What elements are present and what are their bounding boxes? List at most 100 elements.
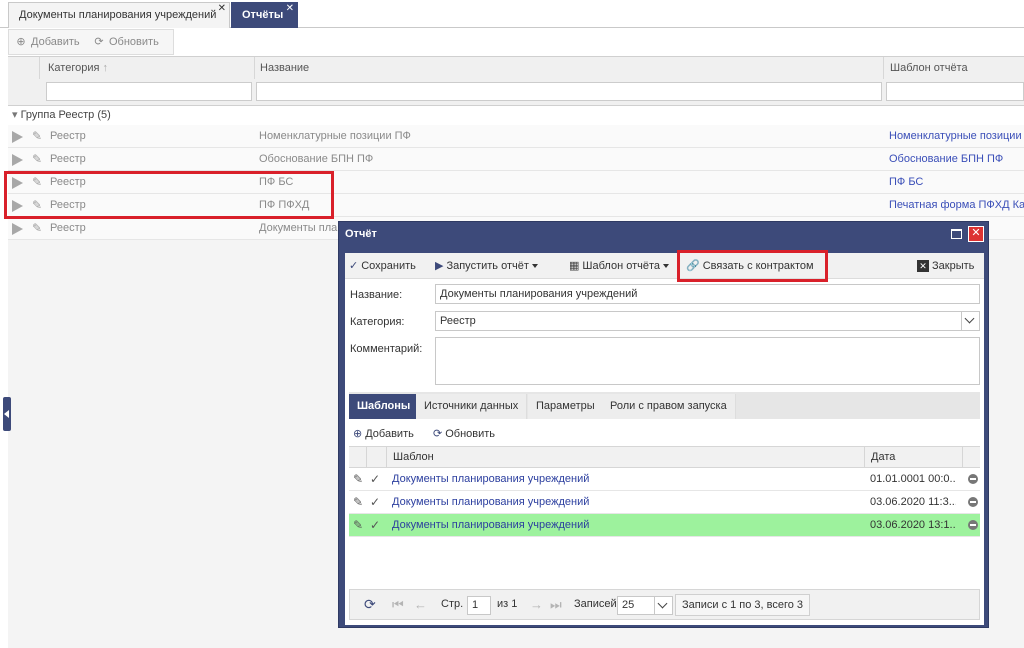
run-icon[interactable]	[12, 154, 23, 166]
chevron-down-icon	[531, 264, 538, 269]
highlight-box	[4, 171, 334, 219]
edit-icon[interactable]: ✎	[32, 125, 42, 147]
column-date[interactable]: Дата	[864, 447, 962, 467]
add-button[interactable]: ⊕ Добавить	[15, 30, 80, 54]
tab-label: Документы планирования учреждений	[19, 9, 217, 21]
last-page-icon[interactable]: ⏭	[550, 590, 562, 619]
pager: ⟳ ⏮ ← Стр. 1 из 1 → ⏭ Записей 25 Записи …	[349, 589, 980, 620]
templates-grid-header: Шаблон Дата	[349, 446, 980, 468]
dialog-title: Отчёт	[345, 228, 377, 240]
category-label: Категория:	[350, 316, 405, 328]
column-name[interactable]: Название	[254, 57, 884, 79]
dialog-body: ✓ Сохранить ▶ Запустить отчёт ▦ Шаблон отчё…	[345, 253, 984, 625]
template-filter-input[interactable]	[886, 82, 1024, 101]
run-label: Запустить отчёт	[446, 260, 529, 272]
row-name-link[interactable]: Документы планирования учреждений	[392, 514, 589, 536]
tab-roles[interactable]: Роли с правом запуска	[602, 394, 736, 419]
row-name: Документы пла	[259, 222, 338, 234]
remove-icon[interactable]	[968, 520, 978, 530]
name-field[interactable]: Документы планирования учреждений	[435, 284, 980, 304]
refresh-icon[interactable]: ⟳	[364, 590, 376, 619]
chevron-down-icon[interactable]	[961, 312, 979, 330]
column-category[interactable]: Категория ↑	[42, 57, 255, 79]
comment-field[interactable]	[435, 337, 980, 385]
page-input[interactable]: 1	[467, 596, 491, 615]
close-label: Закрыть	[932, 260, 975, 272]
row-name-link[interactable]: Документы планирования учреждений	[392, 468, 589, 490]
tab-reports[interactable]: Отчёты ✕	[231, 2, 298, 28]
records-value: 25	[622, 599, 635, 611]
add-label: Добавить	[31, 36, 80, 48]
remove-icon[interactable]	[968, 474, 978, 484]
save-button[interactable]: ✓ Сохранить	[349, 253, 416, 279]
close-box-icon: ✕	[917, 260, 929, 272]
header-spacer	[962, 447, 980, 467]
sort-asc-icon: ↑	[102, 62, 109, 74]
refresh-label: Обновить	[109, 36, 159, 48]
header-spacer	[366, 447, 386, 467]
templates-toolbar: ⊕ Добавить ⟳ Обновить	[349, 423, 980, 445]
save-label: Сохранить	[361, 260, 416, 272]
next-page-icon[interactable]: →	[530, 590, 543, 619]
category-filter-input[interactable]	[46, 82, 252, 101]
row-template-link[interactable]: Печатная форма ПФХД Ка	[889, 194, 1024, 216]
row-template-link[interactable]: Номенклатурные позиции	[889, 125, 1022, 147]
refresh-button[interactable]: ⟳ Обновить	[93, 30, 159, 54]
page-label: Стр.	[441, 598, 464, 610]
expand-panel-handle[interactable]	[3, 397, 11, 431]
edit-icon[interactable]: ✎	[32, 217, 42, 239]
close-button[interactable]: ✕ Закрыть	[917, 253, 974, 279]
refresh-icon: ⟳	[433, 428, 443, 440]
row-date: 01.01.0001 00:0...	[870, 473, 956, 485]
table-row[interactable]: ✎ ✓ Документы планирования учреждений 01…	[349, 468, 980, 491]
table-row[interactable]: ✎ ✓ Документы планирования учреждений 03…	[349, 514, 980, 537]
comment-label: Комментарий:	[350, 343, 423, 355]
row-name: Номенклатурные позиции ПФ	[259, 130, 411, 142]
records-select[interactable]: 25	[617, 596, 673, 615]
main-toolbar: ⊕ Добавить ⟳ Обновить	[0, 28, 1024, 56]
column-template[interactable]: Шаблон	[386, 447, 864, 467]
run-icon[interactable]	[12, 223, 23, 235]
table-row[interactable]: ✎ ✓ Документы планирования учреждений 03…	[349, 491, 980, 514]
edit-icon[interactable]: ✎	[353, 491, 363, 513]
first-page-icon[interactable]: ⏮	[392, 590, 404, 619]
collapse-icon[interactable]: ▾	[12, 109, 18, 121]
category-select[interactable]: Реестр	[435, 311, 980, 331]
check-icon: ✓	[370, 472, 381, 486]
close-icon[interactable]: ✕	[968, 226, 984, 242]
prev-page-icon[interactable]: ←	[414, 590, 427, 619]
close-icon[interactable]: ✕	[286, 0, 294, 21]
tab-planning-docs[interactable]: Документы планирования учреждений ✕	[8, 2, 230, 28]
refresh-label: Обновить	[445, 428, 496, 440]
edit-icon[interactable]: ✎	[353, 468, 363, 490]
column-template-label: Шаблон отчёта	[890, 62, 968, 74]
row-name-link[interactable]: Документы планирования учреждений	[392, 491, 589, 513]
table-row[interactable]: ✎ Реестр Номенклатурные позиции ПФ Номен…	[8, 125, 1024, 148]
template-button[interactable]: ▦ Шаблон отчёта	[569, 253, 669, 279]
refresh-templates-button[interactable]: ⟳ Обновить	[433, 423, 495, 445]
column-template[interactable]: Шаблон отчёта	[884, 57, 1024, 79]
remove-icon[interactable]	[968, 497, 978, 507]
check-icon: ✓	[370, 518, 381, 532]
run-report-button[interactable]: ▶ Запустить отчёт	[435, 253, 538, 279]
tab-data-sources[interactable]: Источники данных	[416, 394, 528, 419]
dialog-tabs: Шаблоны Источники данных Параметры Роли …	[349, 392, 980, 419]
row-date: 03.06.2020 13:1...	[870, 519, 956, 531]
edit-icon[interactable]: ✎	[353, 514, 363, 536]
name-filter-input[interactable]	[256, 82, 882, 101]
tab-templates[interactable]: Шаблоны	[349, 394, 420, 419]
table-row[interactable]: ✎ Реестр Обоснование БПН ПФ Обоснование …	[8, 148, 1024, 171]
row-template-link[interactable]: Обоснование БПН ПФ	[889, 148, 1003, 170]
report-dialog: Отчёт ✕ ✓ Сохранить ▶ Запустить отчёт ▦ Шаб…	[338, 221, 989, 628]
row-template-link[interactable]: ПФ БС	[889, 171, 923, 193]
close-icon[interactable]: ✕	[218, 0, 226, 21]
tab-parameters[interactable]: Параметры	[528, 394, 604, 419]
edit-icon[interactable]: ✎	[32, 148, 42, 170]
records-label: Записей	[574, 598, 617, 610]
add-template-button[interactable]: ⊕ Добавить	[353, 423, 414, 445]
group-row[interactable]: ▾ Группа Реестр (5)	[8, 106, 1024, 124]
maximize-icon[interactable]	[951, 229, 962, 239]
chevron-down-icon[interactable]	[654, 597, 672, 614]
run-icon[interactable]	[12, 131, 23, 143]
check-icon: ✓	[349, 260, 359, 272]
